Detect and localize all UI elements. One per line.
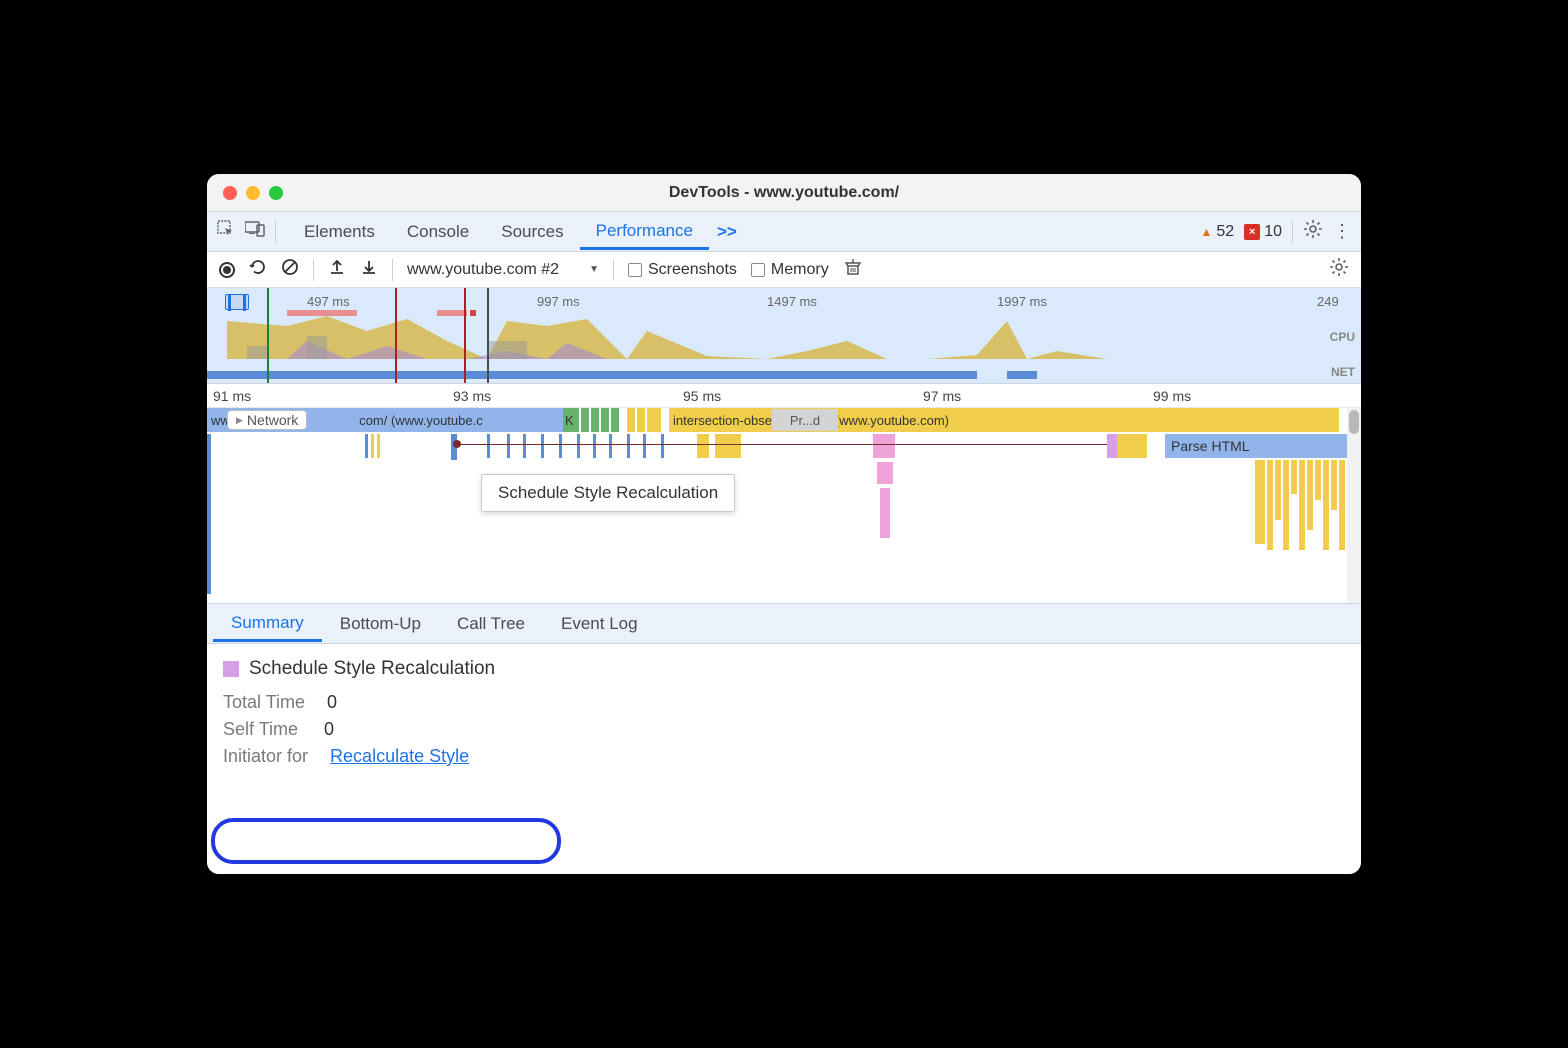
task-bar[interactable]: Pr...d [772, 409, 838, 431]
ruler-tick: 95 ms [683, 388, 721, 404]
task-bar[interactable] [591, 408, 599, 432]
clear-icon[interactable] [281, 258, 299, 281]
tab-event-log[interactable]: Event Log [543, 606, 656, 642]
child-tasks[interactable] [1255, 460, 1361, 550]
devtools-tabbar: Elements Console Sources Performance >> … [207, 212, 1361, 252]
settings-icon[interactable] [1303, 219, 1323, 244]
overview-tick: 1497 ms [767, 294, 817, 309]
warnings-count[interactable]: 52 [1201, 223, 1235, 241]
ruler-tick: 91 ms [213, 388, 251, 404]
overview-tick: 249 [1317, 294, 1339, 309]
event-title: Schedule Style Recalculation [249, 658, 495, 680]
task-bar[interactable] [601, 408, 609, 432]
record-button[interactable] [219, 262, 235, 278]
script-bar[interactable]: intersection-observer.min.js (www.youtub… [669, 408, 1339, 432]
vertical-scrollbar[interactable] [1347, 408, 1361, 603]
task-bar[interactable] [877, 462, 893, 484]
task-bar[interactable] [207, 434, 211, 594]
event-color-swatch [223, 661, 239, 677]
task-bar[interactable] [581, 408, 589, 432]
task-bar[interactable] [627, 408, 635, 432]
error-icon: × [1244, 224, 1260, 240]
net-label: NET [1331, 365, 1355, 379]
device-toolbar-icon[interactable] [245, 221, 265, 242]
window-title: DevTools - www.youtube.com/ [669, 184, 899, 202]
minimize-window-button[interactable] [246, 186, 260, 200]
task-bar[interactable]: K [563, 408, 579, 432]
upload-icon[interactable] [328, 258, 346, 281]
overview-tick: 497 ms [307, 294, 350, 309]
tab-summary[interactable]: Summary [213, 605, 322, 642]
inspect-element-icon[interactable] [217, 220, 235, 243]
initiator-arrow [457, 444, 1119, 445]
traffic-lights [223, 186, 283, 200]
flame-chart[interactable]: www com/ (www.youtube.c K intersection-o… [207, 408, 1361, 604]
total-time-label: Total Time [223, 692, 305, 713]
overview-tick: 997 ms [537, 294, 580, 309]
task-bar[interactable] [715, 434, 741, 458]
errors-count[interactable]: ×10 [1244, 223, 1282, 241]
self-time-label: Self Time [223, 719, 298, 740]
tab-bottom-up[interactable]: Bottom-Up [322, 606, 439, 642]
initiator-for-label: Initiator for [223, 746, 308, 767]
capture-settings-icon[interactable] [1329, 257, 1349, 282]
task-bar[interactable] [1117, 434, 1147, 458]
task-bar[interactable] [647, 408, 661, 432]
recording-selector[interactable]: www.youtube.com #2 [407, 261, 599, 279]
screenshots-checkbox[interactable]: Screenshots [628, 261, 737, 279]
task-bar[interactable] [873, 434, 895, 458]
network-section-toggle[interactable]: Network [227, 410, 307, 430]
more-options-icon[interactable]: ⋮ [1333, 221, 1351, 242]
task-bar[interactable] [637, 408, 645, 432]
cpu-overview-chart [207, 311, 1361, 359]
task-bar[interactable] [697, 434, 709, 458]
download-icon[interactable] [360, 258, 378, 281]
tab-sources[interactable]: Sources [485, 214, 579, 250]
initiator-link[interactable]: Recalculate Style [330, 746, 469, 767]
tab-console[interactable]: Console [391, 214, 485, 250]
performance-toolbar: www.youtube.com #2 Screenshots Memory [207, 252, 1361, 288]
maximize-window-button[interactable] [269, 186, 283, 200]
close-window-button[interactable] [223, 186, 237, 200]
selected-event-marker[interactable] [1107, 434, 1117, 458]
self-time-value: 0 [324, 719, 334, 740]
ruler-tick: 97 ms [923, 388, 961, 404]
overview-tick: 1997 ms [997, 294, 1047, 309]
window-titlebar: DevTools - www.youtube.com/ [207, 174, 1361, 212]
tab-elements[interactable]: Elements [288, 214, 391, 250]
ruler-tick: 99 ms [1153, 388, 1191, 404]
flame-tooltip: Schedule Style Recalculation [481, 474, 735, 512]
details-tabs: Summary Bottom-Up Call Tree Event Log [207, 604, 1361, 644]
collect-garbage-icon[interactable] [843, 257, 863, 282]
summary-panel: Schedule Style Recalculation Total Time … [207, 644, 1361, 874]
overview-selection[interactable] [225, 294, 249, 310]
timeline-overview[interactable]: 497 ms 997 ms 1497 ms 1997 ms 249 CPU NE… [207, 288, 1361, 384]
ruler-tick: 93 ms [453, 388, 491, 404]
task-bar[interactable] [611, 408, 619, 432]
task-bar[interactable] [880, 488, 890, 538]
devtools-window: DevTools - www.youtube.com/ Elements Con… [207, 174, 1361, 874]
reload-icon[interactable] [249, 258, 267, 281]
detail-ruler[interactable]: 91 ms 93 ms 95 ms 97 ms 99 ms [207, 384, 1361, 408]
tabs-overflow-button[interactable]: >> [709, 214, 753, 250]
memory-checkbox[interactable]: Memory [751, 261, 829, 279]
tab-performance[interactable]: Performance [580, 213, 709, 250]
parse-html-bar[interactable]: Parse HTML [1165, 434, 1361, 458]
tab-call-tree[interactable]: Call Tree [439, 606, 543, 642]
total-time-value: 0 [327, 692, 337, 713]
